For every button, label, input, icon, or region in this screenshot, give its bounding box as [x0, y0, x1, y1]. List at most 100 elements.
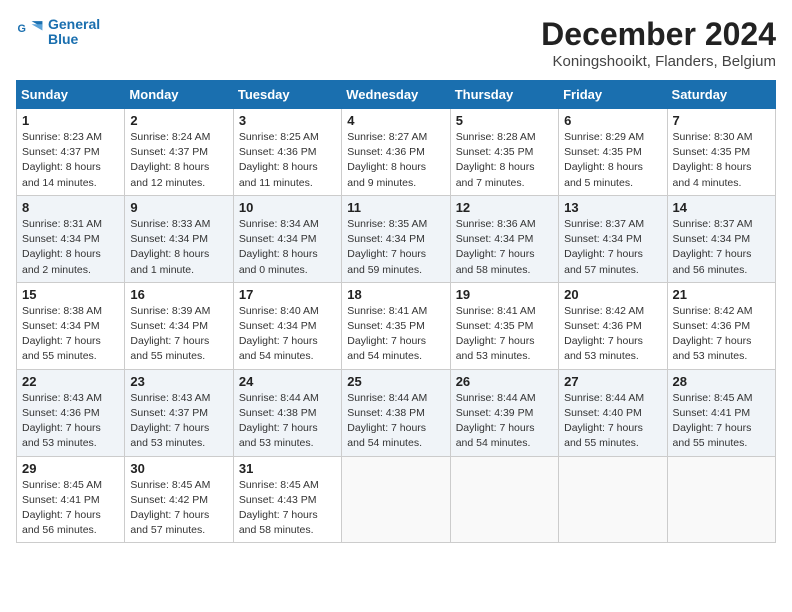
calendar-cell: 8Sunrise: 8:31 AM Sunset: 4:34 PM Daylig…: [17, 195, 125, 282]
day-info: Sunrise: 8:37 AM Sunset: 4:34 PM Dayligh…: [673, 217, 770, 278]
day-number: 21: [673, 287, 770, 302]
weekday-header-saturday: Saturday: [667, 81, 775, 109]
calendar-cell: 6Sunrise: 8:29 AM Sunset: 4:35 PM Daylig…: [559, 109, 667, 196]
calendar-table: SundayMondayTuesdayWednesdayThursdayFrid…: [16, 80, 776, 543]
calendar-week-row: 1Sunrise: 8:23 AM Sunset: 4:37 PM Daylig…: [17, 109, 776, 196]
calendar-cell: 9 Sunrise: 8:33 AM Sunset: 4:34 PM Daylig…: [125, 195, 233, 282]
day-number: 10: [239, 200, 336, 215]
logo: G General Blue: [16, 16, 100, 48]
weekday-header-row: SundayMondayTuesdayWednesdayThursdayFrid…: [17, 81, 776, 109]
day-info: Sunrise: 8:33 AM Sunset: 4:34 PM Dayligh…: [130, 217, 227, 278]
day-number: 18: [347, 287, 444, 302]
svg-text:G: G: [18, 23, 26, 35]
day-info: Sunrise: 8:34 AM Sunset: 4:34 PM Dayligh…: [239, 217, 336, 278]
day-number: 7: [673, 113, 770, 128]
day-info: Sunrise: 8:44 AM Sunset: 4:38 PM Dayligh…: [239, 391, 336, 452]
day-number: 16: [130, 287, 227, 302]
weekday-header-sunday: Sunday: [17, 81, 125, 109]
weekday-header-thursday: Thursday: [450, 81, 558, 109]
calendar-cell: [342, 456, 450, 543]
calendar-cell: 15 Sunrise: 8:38 AM Sunset: 4:34 PM Dayli…: [17, 282, 125, 369]
logo-icon: G: [16, 18, 44, 46]
day-number: 30: [130, 461, 227, 476]
calendar-cell: 11Sunrise: 8:35 AM Sunset: 4:34 PM Dayli…: [342, 195, 450, 282]
calendar-cell: 28 Sunrise: 8:45 AM Sunset: 4:41 PM Dayli…: [667, 369, 775, 456]
calendar-cell: 20 Sunrise: 8:42 AM Sunset: 4:36 PM Dayli…: [559, 282, 667, 369]
logo-line2: Blue: [48, 31, 100, 48]
day-info: Sunrise: 8:43 AM Sunset: 4:37 PM Dayligh…: [130, 391, 227, 452]
day-number: 29: [22, 461, 119, 476]
calendar-cell: 24Sunrise: 8:44 AM Sunset: 4:38 PM Dayli…: [233, 369, 341, 456]
day-info: Sunrise: 8:45 AM Sunset: 4:42 PM Dayligh…: [130, 478, 227, 539]
day-number: 15: [22, 287, 119, 302]
calendar-cell: 1Sunrise: 8:23 AM Sunset: 4:37 PM Daylig…: [17, 109, 125, 196]
day-info: Sunrise: 8:31 AM Sunset: 4:34 PM Dayligh…: [22, 217, 119, 278]
day-number: 31: [239, 461, 336, 476]
calendar-cell: 12 Sunrise: 8:36 AM Sunset: 4:34 PM Dayli…: [450, 195, 558, 282]
day-info: Sunrise: 8:40 AM Sunset: 4:34 PM Dayligh…: [239, 304, 336, 365]
day-number: 13: [564, 200, 661, 215]
calendar-week-row: 15 Sunrise: 8:38 AM Sunset: 4:34 PM Dayli…: [17, 282, 776, 369]
day-number: 25: [347, 374, 444, 389]
day-info: Sunrise: 8:25 AM Sunset: 4:36 PM Dayligh…: [239, 130, 336, 191]
day-info: Sunrise: 8:27 AM Sunset: 4:36 PM Dayligh…: [347, 130, 444, 191]
day-number: 17: [239, 287, 336, 302]
weekday-header-monday: Monday: [125, 81, 233, 109]
day-number: 14: [673, 200, 770, 215]
calendar-cell: 26 Sunrise: 8:44 AM Sunset: 4:39 PM Dayli…: [450, 369, 558, 456]
day-number: 26: [456, 374, 553, 389]
day-number: 4: [347, 113, 444, 128]
day-info: Sunrise: 8:44 AM Sunset: 4:39 PM Dayligh…: [456, 391, 553, 452]
day-info: Sunrise: 8:41 AM Sunset: 4:35 PM Dayligh…: [347, 304, 444, 365]
calendar-cell: 27Sunrise: 8:44 AM Sunset: 4:40 PM Dayli…: [559, 369, 667, 456]
day-info: Sunrise: 8:28 AM Sunset: 4:35 PM Dayligh…: [456, 130, 553, 191]
day-info: Sunrise: 8:45 AM Sunset: 4:41 PM Dayligh…: [22, 478, 119, 539]
calendar-cell: 5Sunrise: 8:28 AM Sunset: 4:35 PM Daylig…: [450, 109, 558, 196]
day-number: 9: [130, 200, 227, 215]
day-number: 20: [564, 287, 661, 302]
calendar-cell: [559, 456, 667, 543]
day-number: 12: [456, 200, 553, 215]
day-info: Sunrise: 8:44 AM Sunset: 4:40 PM Dayligh…: [564, 391, 661, 452]
calendar-cell: 7Sunrise: 8:30 AM Sunset: 4:35 PM Daylig…: [667, 109, 775, 196]
calendar-cell: [450, 456, 558, 543]
day-info: Sunrise: 8:41 AM Sunset: 4:35 PM Dayligh…: [456, 304, 553, 365]
calendar-cell: 10 Sunrise: 8:34 AM Sunset: 4:34 PM Dayli…: [233, 195, 341, 282]
day-number: 1: [22, 113, 119, 128]
calendar-cell: 19 Sunrise: 8:41 AM Sunset: 4:35 PM Dayli…: [450, 282, 558, 369]
calendar-cell: 18 Sunrise: 8:41 AM Sunset: 4:35 PM Dayli…: [342, 282, 450, 369]
day-number: 11: [347, 200, 444, 215]
day-number: 23: [130, 374, 227, 389]
location: Koningshooikt, Flanders, Belgium: [541, 53, 776, 70]
calendar-week-row: 8Sunrise: 8:31 AM Sunset: 4:34 PM Daylig…: [17, 195, 776, 282]
day-info: Sunrise: 8:24 AM Sunset: 4:37 PM Dayligh…: [130, 130, 227, 191]
day-info: Sunrise: 8:42 AM Sunset: 4:36 PM Dayligh…: [673, 304, 770, 365]
calendar-cell: 4 Sunrise: 8:27 AM Sunset: 4:36 PM Daylig…: [342, 109, 450, 196]
calendar-cell: 23 Sunrise: 8:43 AM Sunset: 4:37 PM Dayli…: [125, 369, 233, 456]
day-info: Sunrise: 8:36 AM Sunset: 4:34 PM Dayligh…: [456, 217, 553, 278]
day-info: Sunrise: 8:45 AM Sunset: 4:41 PM Dayligh…: [673, 391, 770, 452]
day-number: 6: [564, 113, 661, 128]
day-info: Sunrise: 8:37 AM Sunset: 4:34 PM Dayligh…: [564, 217, 661, 278]
day-number: 19: [456, 287, 553, 302]
weekday-header-wednesday: Wednesday: [342, 81, 450, 109]
title-block: December 2024 Koningshooikt, Flanders, B…: [541, 16, 776, 70]
day-info: Sunrise: 8:43 AM Sunset: 4:36 PM Dayligh…: [22, 391, 119, 452]
calendar-cell: 14 Sunrise: 8:37 AM Sunset: 4:34 PM Dayli…: [667, 195, 775, 282]
calendar-cell: 29 Sunrise: 8:45 AM Sunset: 4:41 PM Dayli…: [17, 456, 125, 543]
weekday-header-friday: Friday: [559, 81, 667, 109]
calendar-cell: 30 Sunrise: 8:45 AM Sunset: 4:42 PM Dayli…: [125, 456, 233, 543]
day-info: Sunrise: 8:44 AM Sunset: 4:38 PM Dayligh…: [347, 391, 444, 452]
weekday-header-tuesday: Tuesday: [233, 81, 341, 109]
day-info: Sunrise: 8:38 AM Sunset: 4:34 PM Dayligh…: [22, 304, 119, 365]
day-number: 28: [673, 374, 770, 389]
calendar-cell: 13 Sunrise: 8:37 AM Sunset: 4:34 PM Dayli…: [559, 195, 667, 282]
day-number: 3: [239, 113, 336, 128]
day-info: Sunrise: 8:42 AM Sunset: 4:36 PM Dayligh…: [564, 304, 661, 365]
calendar-week-row: 22Sunrise: 8:43 AM Sunset: 4:36 PM Dayli…: [17, 369, 776, 456]
calendar-cell: 17 Sunrise: 8:40 AM Sunset: 4:34 PM Dayli…: [233, 282, 341, 369]
calendar-cell: 21 Sunrise: 8:42 AM Sunset: 4:36 PM Dayli…: [667, 282, 775, 369]
calendar-cell: 22Sunrise: 8:43 AM Sunset: 4:36 PM Dayli…: [17, 369, 125, 456]
calendar-cell: 2Sunrise: 8:24 AM Sunset: 4:37 PM Daylig…: [125, 109, 233, 196]
calendar-cell: 3 Sunrise: 8:25 AM Sunset: 4:36 PM Daylig…: [233, 109, 341, 196]
